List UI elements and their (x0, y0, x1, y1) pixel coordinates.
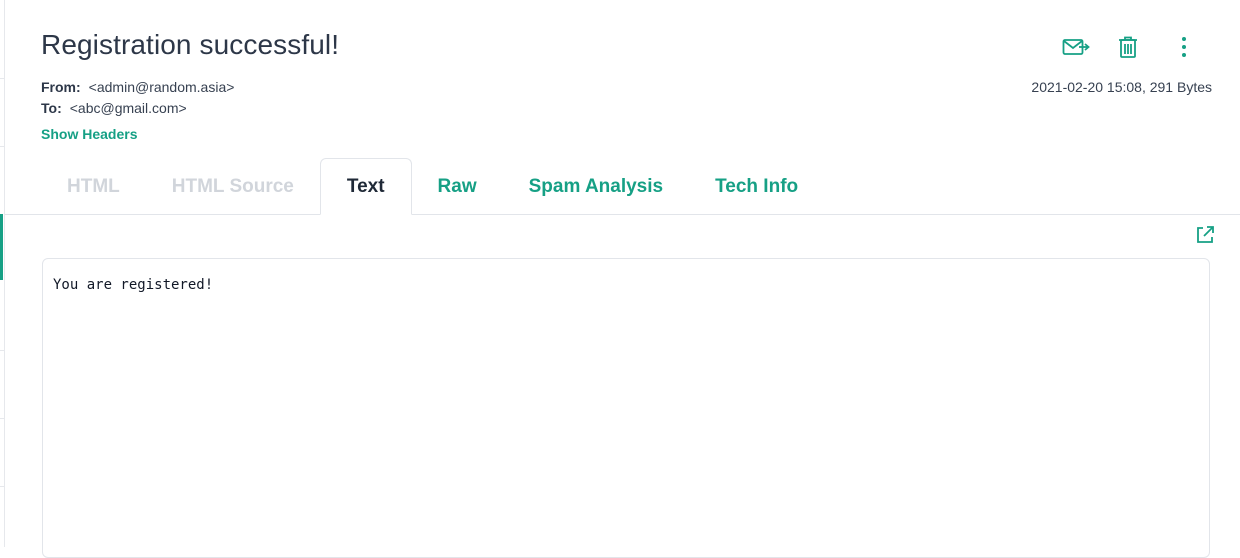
rail-divider (0, 350, 4, 351)
from-label: From: (41, 79, 81, 95)
view-tabs: HTML HTML Source Text Raw Spam Analysis … (41, 158, 824, 215)
more-vertical-icon (1182, 37, 1186, 57)
external-link-icon (1197, 226, 1214, 243)
date-size: 2021-02-20 15:08, 291 Bytes (1031, 79, 1212, 95)
message-body: You are registered! (42, 258, 1210, 558)
email-subject: Registration successful! (41, 29, 340, 60)
delete-button[interactable] (1114, 33, 1142, 61)
rail-divider (0, 146, 4, 147)
tab-text[interactable]: Text (319, 158, 412, 215)
more-options-button[interactable] (1170, 33, 1198, 61)
to-address: <abc@gmail.com> (69, 100, 187, 116)
open-in-new-window-button[interactable] (1195, 225, 1215, 245)
tab-spam-analysis[interactable]: Spam Analysis (503, 158, 689, 215)
tab-raw[interactable]: Raw (412, 158, 503, 215)
message-text: You are registered! (53, 277, 214, 293)
to-label: To: (41, 100, 62, 116)
from-row: From: <admin@random.asia> (41, 79, 234, 95)
forward-mail-icon (1062, 39, 1090, 55)
rail-divider (0, 78, 4, 79)
show-headers-link[interactable]: Show Headers (41, 126, 137, 142)
to-row: To: <abc@gmail.com> (41, 100, 187, 116)
left-rail (0, 0, 5, 547)
forward-button[interactable] (1062, 33, 1090, 61)
tab-html[interactable]: HTML (41, 158, 146, 215)
from-address: <admin@random.asia> (88, 79, 235, 95)
rail-active-indicator (0, 214, 3, 280)
rail-divider (0, 486, 4, 487)
trash-icon (1119, 36, 1137, 58)
tab-tech-info[interactable]: Tech Info (689, 158, 824, 215)
rail-divider (0, 418, 4, 419)
tab-html-source[interactable]: HTML Source (146, 158, 320, 215)
